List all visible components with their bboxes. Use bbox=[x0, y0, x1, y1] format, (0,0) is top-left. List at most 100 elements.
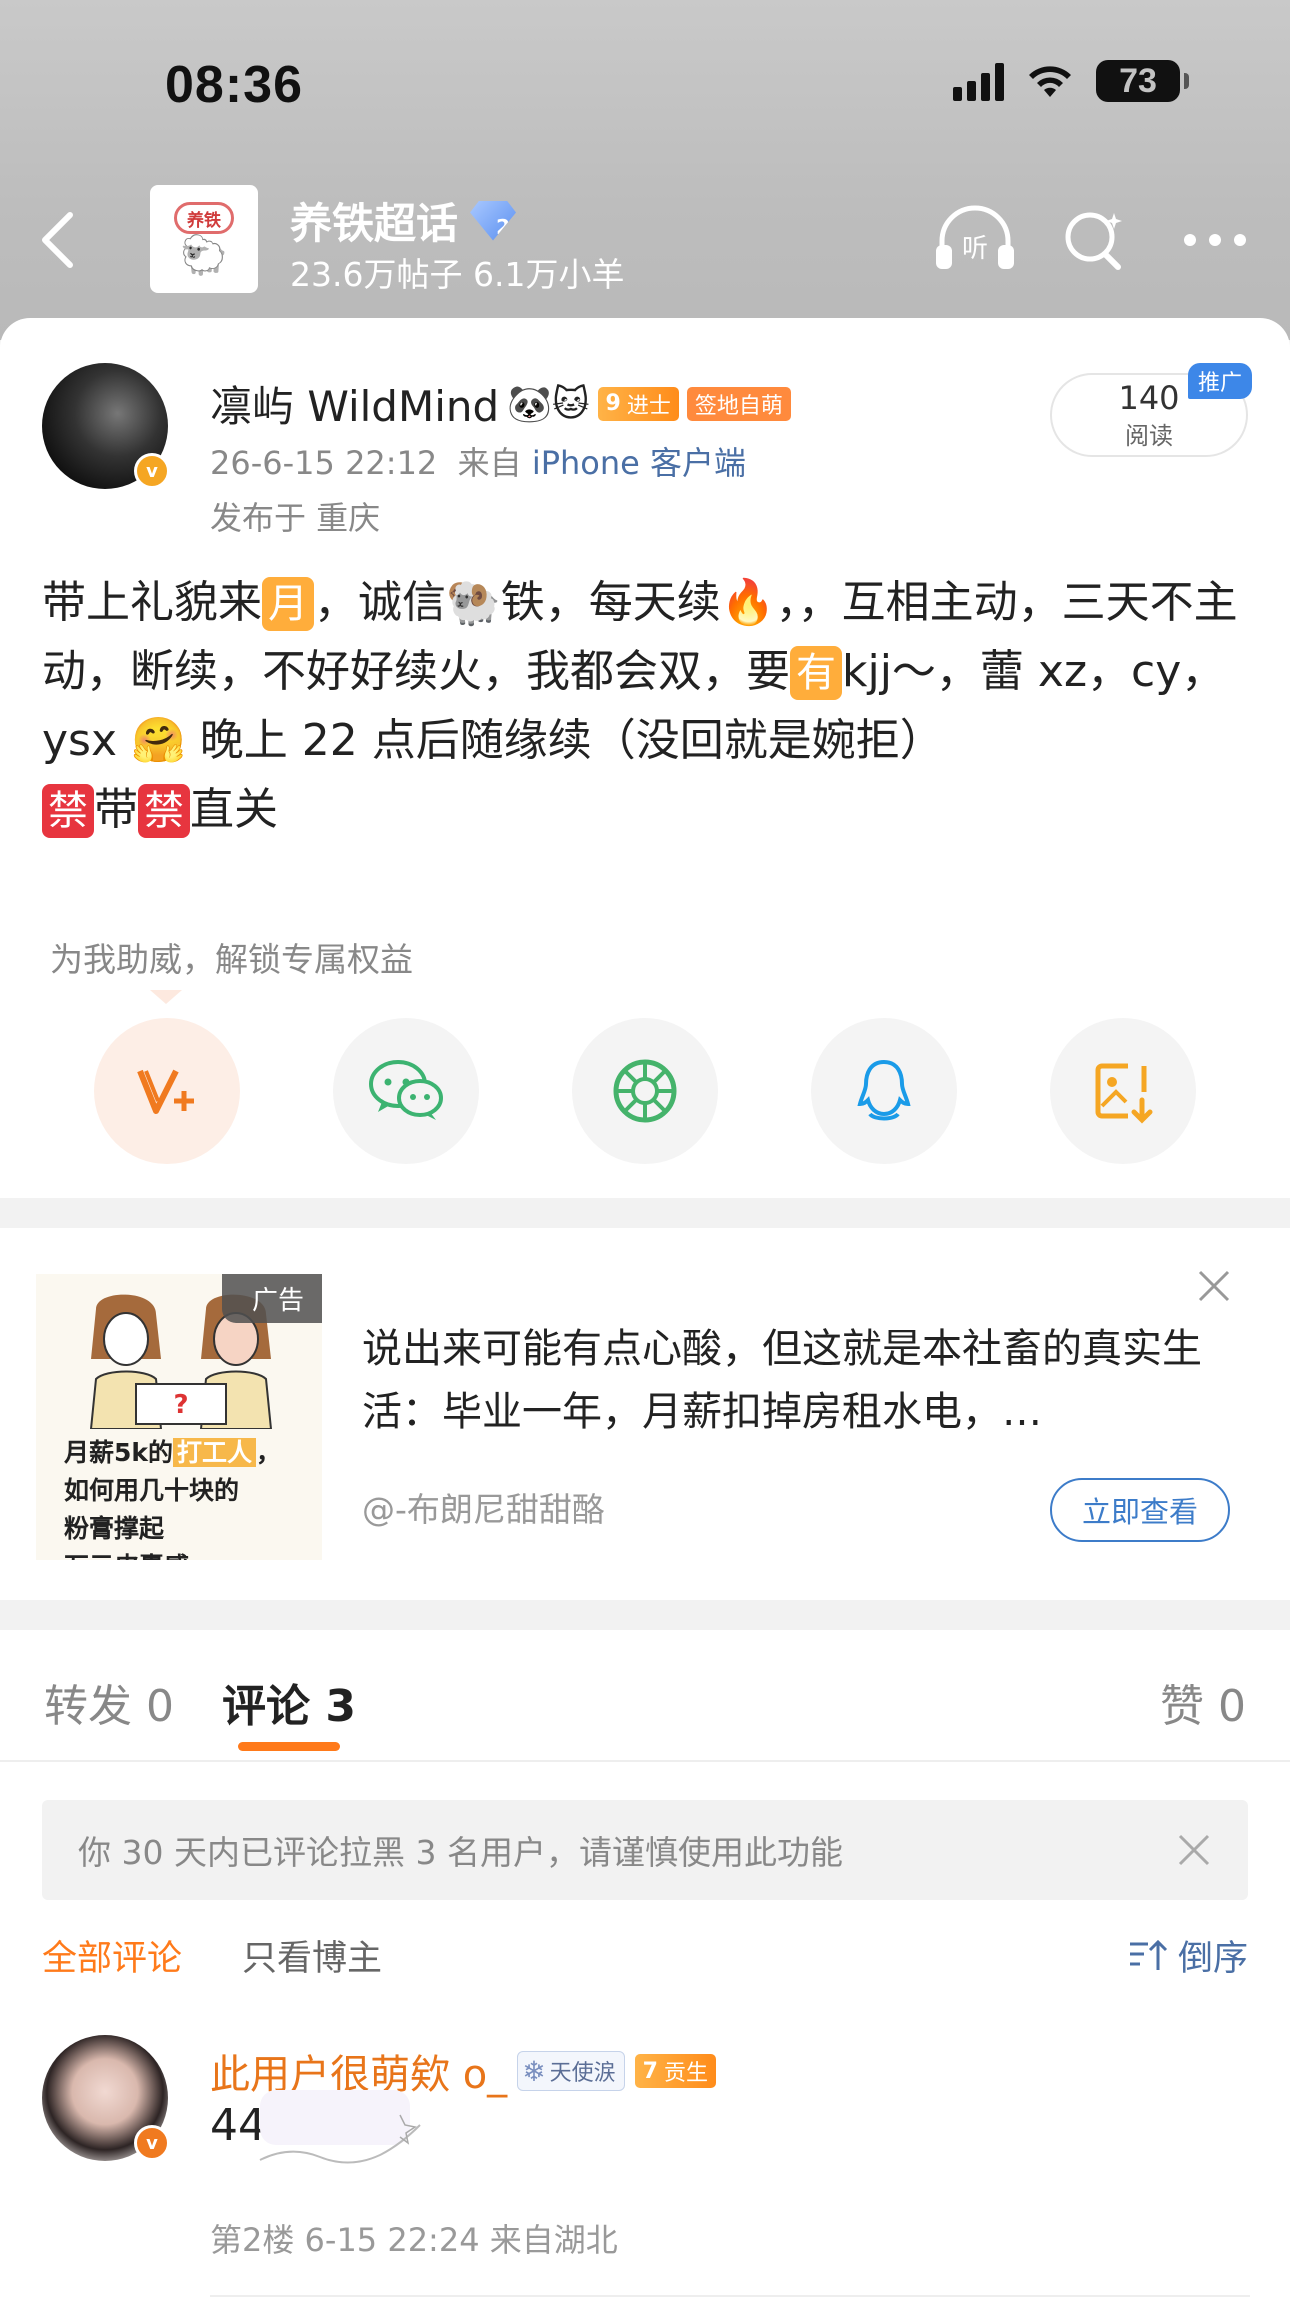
share-row bbox=[0, 1018, 1290, 1168]
author-level-num: 9 bbox=[605, 391, 621, 416]
commenter-level-num: 7 bbox=[642, 2058, 658, 2084]
wechat-icon[interactable] bbox=[333, 1018, 479, 1164]
topic-logo-text: 养铁 bbox=[174, 202, 234, 234]
angel-badge[interactable]: ❄ 天使涙 bbox=[517, 2051, 625, 2091]
wifi-icon bbox=[1024, 61, 1076, 101]
commenter-level-title: 贡生 bbox=[663, 2061, 708, 2086]
ad-image-highlight: 打工人 bbox=[173, 1438, 257, 1467]
comment-divider bbox=[210, 2295, 1250, 2297]
sort-label: 倒序 bbox=[1177, 1939, 1248, 1979]
topic-stats: 23.6万帖子 6.1万小羊 bbox=[290, 255, 625, 294]
comment-meta: 第2楼 6-15 22:24 来自湖北 bbox=[210, 2221, 618, 2259]
post-body: 带上礼貌来月，诚信🐏铁，每天续🔥，，互相主动，三天不主动，断续，不好好续火，我都… bbox=[42, 568, 1252, 844]
post-text-1: 带上礼貌来 bbox=[42, 577, 262, 628]
qq-icon[interactable] bbox=[811, 1018, 957, 1164]
author-emoji: 🐼🐱 bbox=[507, 383, 590, 425]
topic-level-badge: 2 bbox=[470, 200, 517, 241]
tab-likes[interactable]: 赞 0 bbox=[1160, 1670, 1246, 1734]
ad-author[interactable]: @-布朗尼甜甜酪 bbox=[362, 1483, 605, 1531]
commenter-level-badge[interactable]: 7 贡生 bbox=[634, 2054, 716, 2088]
post-source[interactable]: iPhone 客户端 bbox=[532, 444, 746, 482]
vip-support-icon[interactable] bbox=[94, 1018, 240, 1164]
post-card: v 凛屿 WildMind 🐼🐱 9 进士 签地自萌 26-6-15 22:12… bbox=[0, 318, 1290, 1198]
status-time: 08:36 bbox=[165, 56, 303, 114]
ad-image-line2: 如何用几十块的 bbox=[64, 1476, 240, 1505]
commenter-avatar[interactable]: v bbox=[42, 2035, 170, 2161]
ad-image[interactable]: ? 月薪5k的打工人， 如何用几十块的 粉膏撑起 万元皮囊感 广告 bbox=[36, 1274, 322, 1560]
back-button[interactable] bbox=[30, 205, 90, 275]
author-line: 凛屿 WildMind 🐼🐱 9 进士 签地自萌 bbox=[210, 373, 791, 434]
ad-card[interactable]: ? 月薪5k的打工人， 如何用几十块的 粉膏撑起 万元皮囊感 广告 说出来可能有… bbox=[0, 1228, 1290, 1600]
battery-icon: 73 bbox=[1096, 60, 1189, 102]
sort-icon bbox=[1129, 1939, 1168, 1970]
ad-image-text: 月薪5k的打工人， 如何用几十块的 粉膏撑起 万元皮囊感 bbox=[64, 1434, 281, 1560]
ad-image-line1-end: ， bbox=[256, 1438, 282, 1467]
topic-name: 养铁超话 bbox=[290, 199, 459, 248]
topic-title[interactable]: 养铁超话 2 bbox=[290, 190, 517, 251]
close-icon[interactable] bbox=[1176, 1832, 1212, 1868]
tab-comments[interactable]: 评论 3 bbox=[222, 1670, 356, 1734]
comments-section: 转发 0 评论 3 赞 0 你 30 天内已评论拉黑 3 名用户，请谨慎使用此功… bbox=[0, 1630, 1290, 2311]
post-location: 发布于 重庆 bbox=[210, 499, 381, 537]
tab-active-indicator bbox=[238, 1742, 340, 1751]
listen-button[interactable]: 听 bbox=[930, 205, 1020, 279]
ad-label: 广告 bbox=[221, 1274, 322, 1323]
author-name[interactable]: 凛屿 WildMind bbox=[210, 373, 499, 434]
post-meta: 26-6-15 22:12 来自 iPhone 客户端 bbox=[210, 438, 746, 484]
topic-logo[interactable]: 养铁 🐑 bbox=[150, 185, 258, 293]
comment-filters: 全部评论 只看博主 倒序 bbox=[0, 1930, 1290, 1990]
cheer-text: 为我助威，解锁专属权益 bbox=[50, 940, 413, 979]
post-text-4: 带 bbox=[94, 784, 138, 835]
tab-comments-count: 3 bbox=[325, 1681, 356, 1732]
svg-text:听: 听 bbox=[962, 234, 988, 264]
read-count-box[interactable]: 140 阅读 推广 bbox=[1050, 363, 1252, 457]
read-count: 140 bbox=[1118, 378, 1180, 417]
ad-image-line4: 万元皮囊感 bbox=[64, 1552, 189, 1560]
ban-emoji: 禁 bbox=[42, 784, 94, 838]
block-notice-text: 你 30 天内已评论拉黑 3 名用户，请谨慎使用此功能 bbox=[78, 1833, 843, 1872]
tab-likes-label: 赞 bbox=[1160, 1681, 1204, 1732]
post-from-prefix: 来自 bbox=[457, 444, 522, 482]
angel-badge-text: 天使涙 bbox=[549, 2061, 616, 2086]
filter-author-only[interactable]: 只看博主 bbox=[242, 1930, 382, 1981]
sign-badge[interactable]: 签地自萌 bbox=[686, 386, 791, 421]
author-level-badge[interactable]: 9 进士 bbox=[597, 386, 679, 421]
promo-tag: 推广 bbox=[1187, 363, 1252, 399]
status-icons: 73 bbox=[953, 60, 1189, 102]
verified-badge: v bbox=[134, 2125, 170, 2161]
have-emoji: 有 bbox=[790, 646, 842, 700]
tab-reposts[interactable]: 转发 0 bbox=[44, 1670, 174, 1734]
snowflake-icon: ❄ bbox=[522, 2054, 546, 2088]
ad-cta-button[interactable]: 立即查看 bbox=[1050, 1478, 1230, 1542]
tab-reposts-count: 0 bbox=[146, 1681, 174, 1732]
ad-image-line1: 月薪5k的 bbox=[64, 1438, 174, 1467]
cheer-pointer bbox=[150, 990, 182, 1004]
sort-button[interactable]: 倒序 bbox=[1128, 1930, 1248, 1981]
post-text-5: 直关 bbox=[190, 784, 278, 835]
post-time: 26-6-15 22:12 bbox=[210, 444, 438, 482]
month-emoji: 月 bbox=[262, 577, 314, 631]
more-icon[interactable] bbox=[1180, 205, 1250, 279]
ad-title[interactable]: 说出来可能有点心酸，但这就是本社畜的真实生活：毕业一年，月薪扣掉房租水电，… bbox=[362, 1318, 1222, 1444]
close-icon[interactable] bbox=[1196, 1268, 1232, 1304]
tab-likes-count: 0 bbox=[1218, 1681, 1246, 1732]
tab-reposts-label: 转发 bbox=[44, 1681, 132, 1732]
interaction-tabs: 转发 0 评论 3 赞 0 bbox=[0, 1630, 1290, 1762]
read-label: 阅读 bbox=[1125, 421, 1173, 450]
tab-comments-label: 评论 bbox=[222, 1681, 310, 1732]
block-notice: 你 30 天内已评论拉黑 3 名用户，请谨慎使用此功能 bbox=[42, 1800, 1248, 1900]
filter-all-comments[interactable]: 全部评论 bbox=[42, 1930, 182, 1981]
svg-text:?: ? bbox=[173, 1390, 188, 1420]
ban-emoji: 禁 bbox=[138, 784, 190, 838]
save-image-icon[interactable] bbox=[1050, 1018, 1196, 1164]
ad-image-line3: 粉膏撑起 bbox=[64, 1514, 165, 1543]
signal-icon bbox=[953, 61, 1004, 101]
author-level-title: 进士 bbox=[626, 393, 671, 419]
sheep-icon: 🐑 bbox=[180, 233, 228, 277]
author-avatar[interactable]: v bbox=[42, 363, 170, 489]
verified-badge: v bbox=[134, 453, 170, 489]
search-icon[interactable] bbox=[1060, 205, 1130, 279]
moments-icon[interactable] bbox=[572, 1018, 718, 1164]
topic-header: 08:36 73 养铁 🐑 养铁超话 2 23.6万帖子 6.1万小羊 听 bbox=[0, 0, 1290, 340]
comment-decoration bbox=[259, 2090, 421, 2164]
